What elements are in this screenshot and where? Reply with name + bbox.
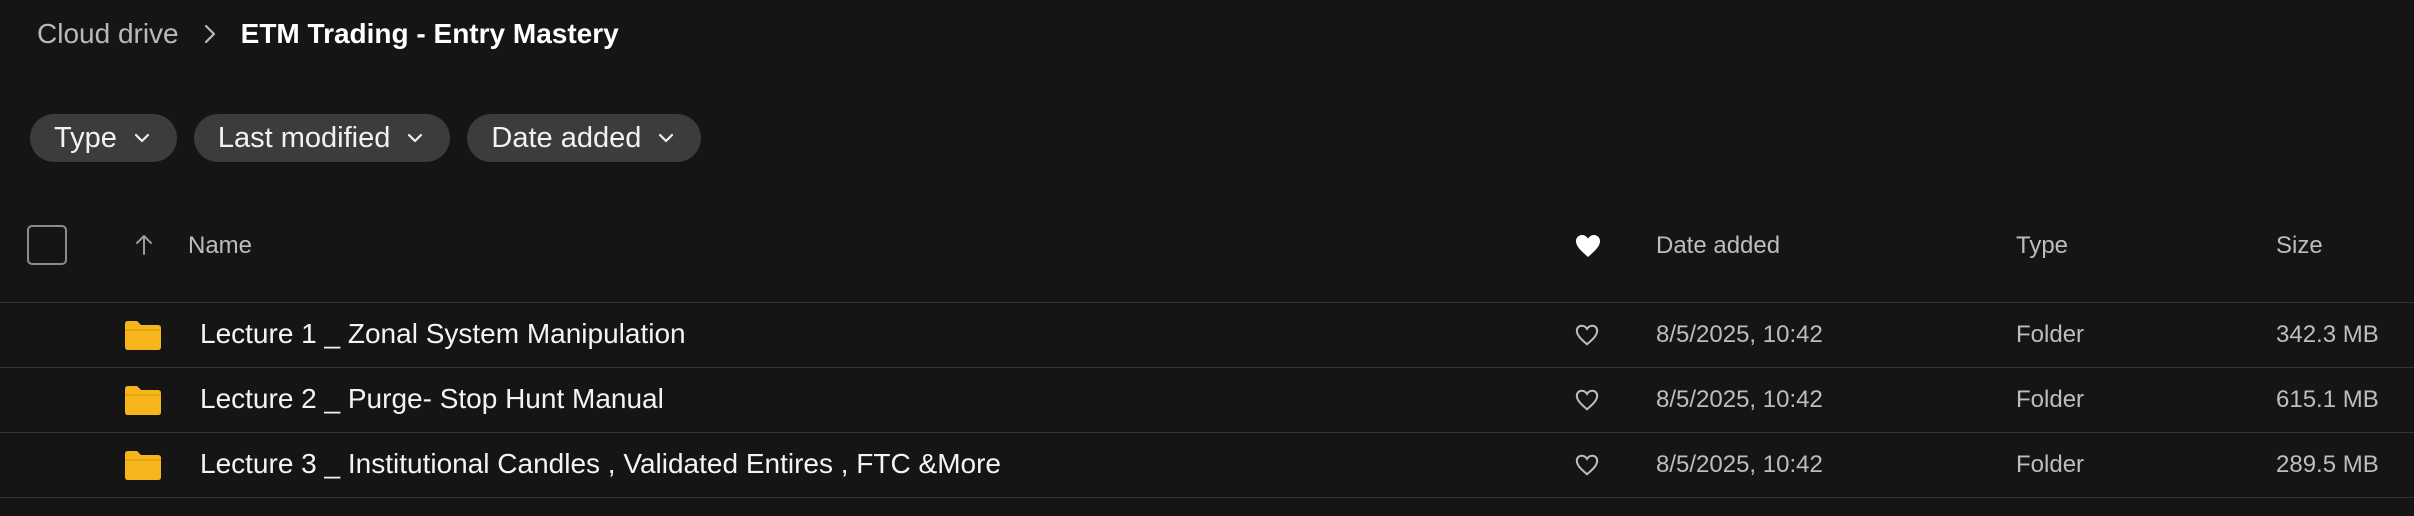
select-all-checkbox[interactable] — [27, 225, 67, 265]
date-added-cell: 8/5/2025, 10:42 — [1656, 451, 1823, 478]
size-cell: 289.5 MB — [2276, 451, 2379, 478]
column-header-size[interactable]: Size — [2276, 232, 2323, 260]
type-cell: Folder — [2016, 451, 2085, 478]
last-modified-filter-button[interactable]: Last modified — [193, 114, 451, 162]
column-header-type[interactable]: Type — [2016, 232, 2068, 260]
chevron-down-icon — [657, 132, 675, 144]
date-added-filter-button[interactable]: Date added — [467, 114, 702, 162]
file-name[interactable]: Lecture 1 _ Zonal System Manipulation — [200, 318, 686, 350]
table-header: Name Date added Type Size — [0, 215, 2414, 303]
size-cell: 615.1 MB — [2276, 386, 2379, 413]
file-name[interactable]: Lecture 3 _ Institutional Candles , Vali… — [200, 448, 1001, 480]
heart-filled-icon[interactable] — [1574, 233, 1602, 264]
type-filter-label: Type — [54, 121, 117, 154]
date-added-cell: 8/5/2025, 10:42 — [1656, 386, 1823, 413]
last-modified-filter-label: Last modified — [217, 121, 391, 154]
date-added-cell: 8/5/2025, 10:42 — [1656, 321, 1823, 348]
arrow-up-icon[interactable] — [134, 233, 154, 262]
chevron-right-icon — [203, 23, 217, 45]
column-header-name[interactable]: Name — [188, 232, 252, 260]
folder-icon — [124, 449, 162, 486]
table-row[interactable]: Lecture 2 _ Purge- Stop Hunt Manual 8/5/… — [0, 367, 2414, 432]
file-list: Lecture 1 _ Zonal System Manipulation 8/… — [0, 302, 2414, 498]
date-added-filter-label: Date added — [491, 121, 642, 154]
filter-bar: Type Last modified Date added — [30, 114, 702, 162]
heart-outline-icon[interactable] — [1574, 453, 1600, 482]
breadcrumb-cloud-drive[interactable]: Cloud drive — [37, 18, 179, 50]
chevron-down-icon — [133, 132, 151, 144]
folder-icon — [124, 319, 162, 356]
type-cell: Folder — [2016, 321, 2085, 348]
heart-outline-icon[interactable] — [1574, 323, 1600, 352]
table-row[interactable]: Lecture 1 _ Zonal System Manipulation 8/… — [0, 302, 2414, 367]
breadcrumb-current-folder: ETM Trading - Entry Mastery — [240, 18, 619, 49]
type-cell: Folder — [2016, 386, 2085, 413]
type-filter-button[interactable]: Type — [30, 114, 177, 162]
chevron-down-icon — [406, 132, 424, 144]
size-cell: 342.3 MB — [2276, 321, 2379, 348]
heart-outline-icon[interactable] — [1574, 388, 1600, 417]
file-name[interactable]: Lecture 2 _ Purge- Stop Hunt Manual — [200, 383, 664, 415]
column-header-date-added[interactable]: Date added — [1656, 232, 1780, 260]
breadcrumb: Cloud drive ETM Trading - Entry Mastery — [37, 14, 619, 54]
folder-icon — [124, 384, 162, 421]
table-row[interactable]: Lecture 3 _ Institutional Candles , Vali… — [0, 432, 2414, 498]
